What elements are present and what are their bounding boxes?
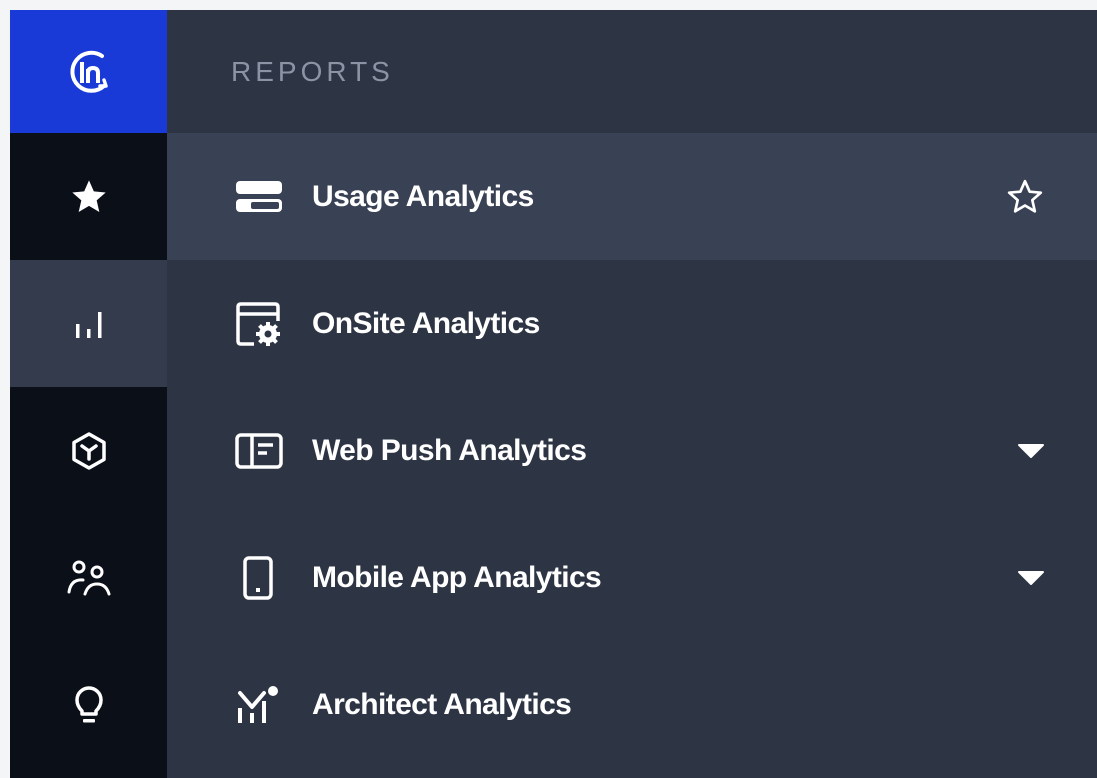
panel-title: REPORTS — [231, 55, 394, 87]
menu-label: Architect Analytics — [312, 687, 572, 721]
menu-item-architect-analytics[interactable]: Architect Analytics — [167, 641, 1097, 768]
rail-insights[interactable] — [10, 641, 167, 768]
menu-label: Web Push Analytics — [312, 433, 587, 467]
rail-product[interactable] — [10, 387, 167, 514]
menu-item-web-push-analytics[interactable]: Web Push Analytics — [167, 387, 1097, 514]
favorite-star-button[interactable] — [1005, 177, 1045, 217]
architect-icon — [234, 680, 288, 730]
menu-item-mobile-app-analytics[interactable]: Mobile App Analytics — [167, 514, 1097, 641]
cube-icon — [71, 431, 106, 470]
logo-button[interactable] — [10, 10, 167, 133]
bar-chart-icon — [75, 311, 101, 338]
menu-label: Mobile App Analytics — [312, 560, 602, 594]
in-logo-icon — [69, 50, 108, 93]
menu-label: Usage Analytics — [312, 179, 534, 213]
menu-label: OnSite Analytics — [312, 306, 540, 340]
window-gear-icon — [234, 299, 288, 349]
smartphone-icon — [234, 553, 288, 603]
panel-header: REPORTS — [167, 10, 1097, 133]
star-outline-icon — [1007, 179, 1043, 213]
caret-down-icon — [1018, 443, 1044, 458]
rail-favorites[interactable] — [10, 133, 167, 260]
menu-item-onsite-analytics[interactable]: OnSite Analytics — [167, 260, 1097, 387]
menu-item-usage-analytics[interactable]: Usage Analytics — [167, 133, 1097, 260]
app-shell: REPORTS Usage Analytics OnSite Analytics… — [10, 10, 1097, 778]
icon-rail — [10, 10, 167, 778]
star-icon — [71, 179, 106, 212]
panel-layout-icon — [234, 426, 288, 476]
expand-toggle[interactable] — [1017, 570, 1045, 586]
rail-reports[interactable] — [10, 260, 167, 387]
caret-down-icon — [1018, 570, 1044, 585]
stacked-bars-icon — [234, 172, 288, 222]
users-icon — [67, 560, 110, 595]
expand-toggle[interactable] — [1017, 443, 1045, 459]
rail-audience[interactable] — [10, 514, 167, 641]
lightbulb-icon — [74, 685, 103, 722]
reports-panel: REPORTS Usage Analytics OnSite Analytics… — [167, 10, 1097, 778]
